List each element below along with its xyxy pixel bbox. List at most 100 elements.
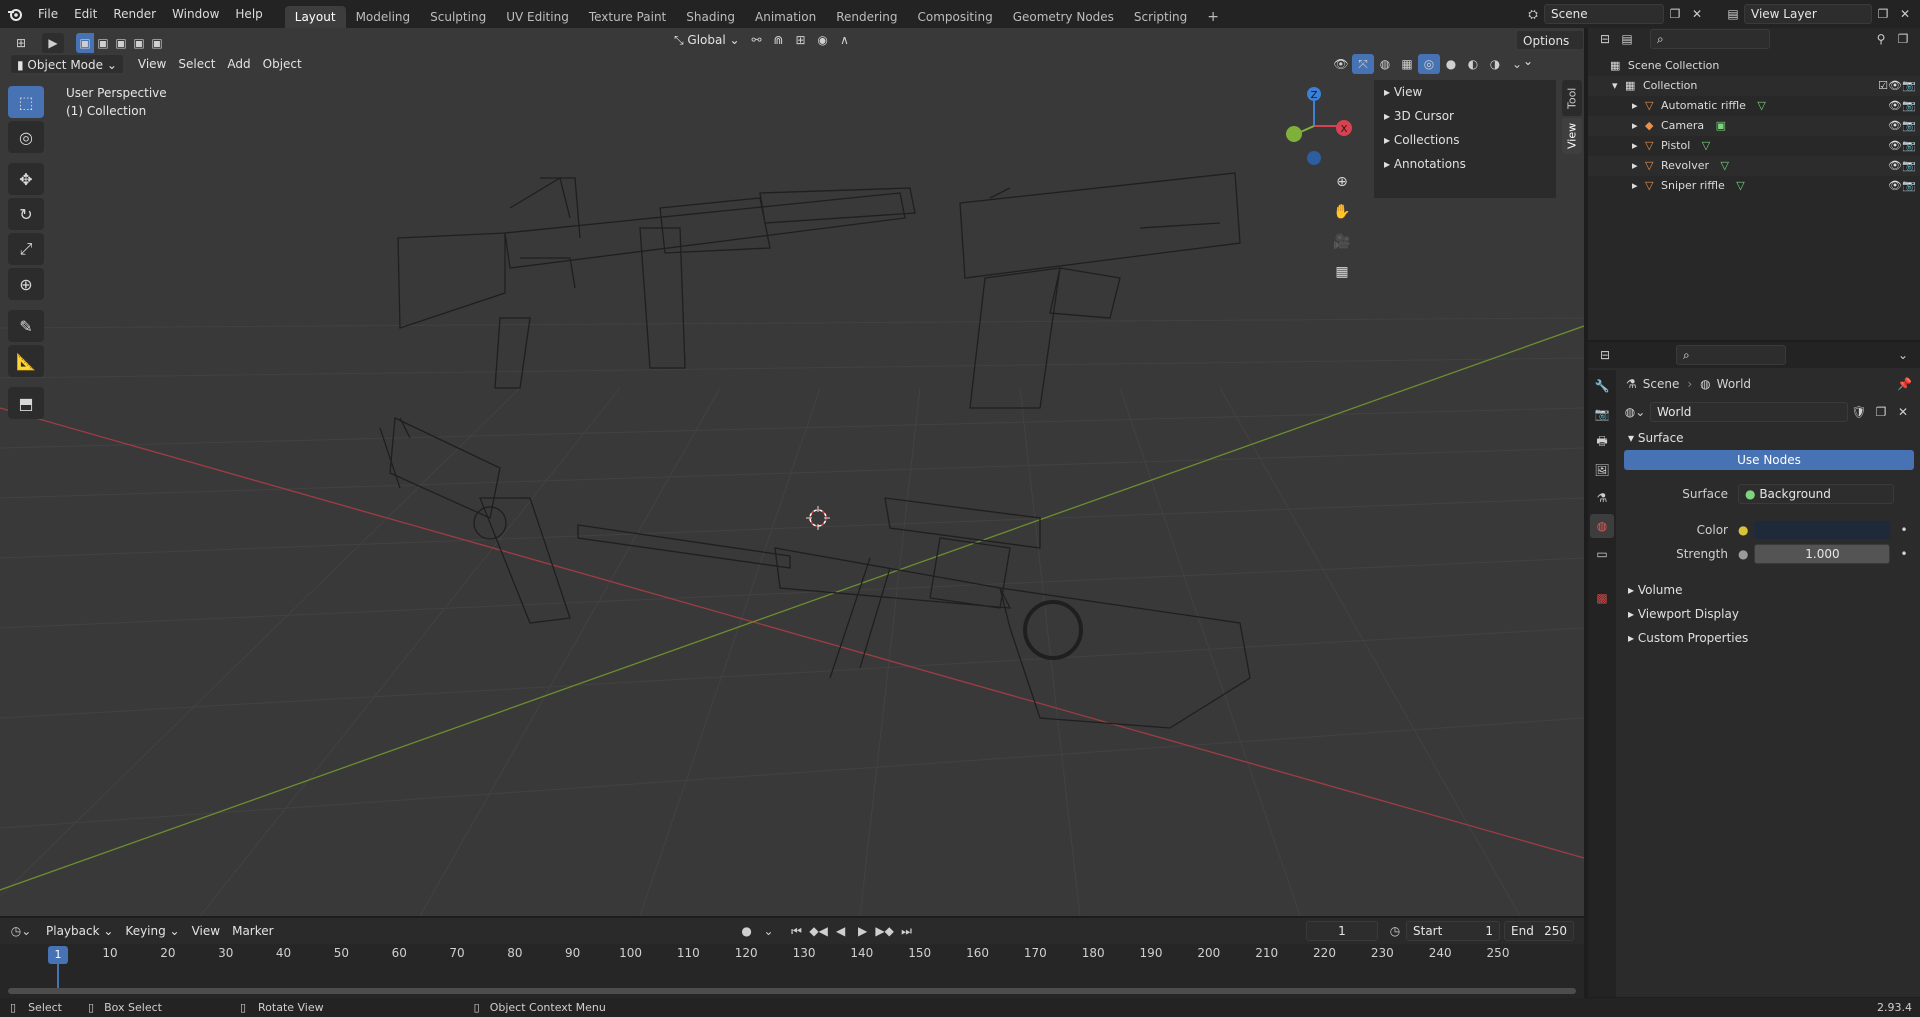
visibility-eye-icon[interactable]: 👁 [1888,136,1902,156]
material-shading-icon[interactable]: ◐ [1462,54,1484,74]
new-scene-icon[interactable]: ❐ [1664,4,1686,24]
render-camera-icon[interactable]: 📷 [1902,76,1916,96]
output-tab-icon[interactable]: 🖶 [1590,430,1614,454]
pan-hand-icon[interactable]: ✋ [1330,200,1354,224]
menu-select[interactable]: Select [172,54,221,74]
npanel-annotations[interactable]: ▸ Annotations [1374,152,1556,176]
tool-tab-icon[interactable]: 🔧 [1590,374,1614,398]
set-selection-icon[interactable]: ▣ [76,33,94,53]
world-name-field[interactable]: World [1650,402,1848,422]
intersect-selection-icon[interactable]: ▣ [148,33,166,53]
visibility-eye-icon[interactable]: 👁 [1888,156,1902,176]
falloff-icon[interactable]: ∧ [834,30,856,50]
npanel-view[interactable]: ▸ View [1374,80,1556,104]
render-camera-icon[interactable]: 📷 [1902,116,1916,136]
scale-tool-icon[interactable]: ⤢ [8,233,44,265]
outliner-row-automatic-riffle[interactable]: ▸ ▽ Automatic riffle ▽ 👁 📷 [1588,96,1920,116]
duplicate-world-icon[interactable]: ❐ [1870,402,1892,422]
close-scene-icon[interactable]: ✕ [1686,4,1708,24]
editor-type-icon[interactable]: ⊞ [10,33,32,53]
world-tab-icon[interactable]: ◍ [1590,514,1614,538]
tab-geometry-nodes[interactable]: Geometry Nodes [1003,6,1124,28]
render-camera-icon[interactable]: 📷 [1902,156,1916,176]
tab-shading[interactable]: Shading [676,6,745,28]
outliner-editor-icon[interactable]: ⊟ [1594,29,1616,49]
snap-increment-icon[interactable]: ⊞ [790,30,812,50]
camera-view-icon[interactable]: 🎥 [1330,230,1354,254]
cursor-tool-icon[interactable]: ◎ [8,121,44,153]
rotate-tool-icon[interactable]: ↻ [8,198,44,230]
properties-search-input[interactable]: ⌕ [1676,345,1786,365]
outliner-row-sniper-riffle[interactable]: ▸ ▽ Sniper riffle ▽ 👁 📷 [1588,176,1920,196]
add-cube-tool-icon[interactable]: ⬒ [8,387,44,419]
solid-shading-icon[interactable]: ● [1440,54,1462,74]
pin-icon[interactable]: 📌 [1897,377,1912,391]
strength-slider[interactable]: 1.000 [1754,544,1891,564]
outliner-search-input[interactable]: ⌕ [1650,29,1770,49]
invert-selection-icon[interactable]: ▣ [130,33,148,53]
snap-icon[interactable]: ⋒ [768,30,790,50]
volume-panel-header[interactable]: ▸ Volume [1618,578,1920,602]
outliner-row-pistol[interactable]: ▸ ▽ Pistol ▽ 👁 📷 [1588,136,1920,156]
surface-panel-header[interactable]: ▾ Surface [1618,426,1920,450]
collection-checkbox-icon[interactable]: ☑ [1878,76,1888,96]
viewport-display-panel-header[interactable]: ▸ Viewport Display [1618,602,1920,626]
expand-arrow-icon[interactable]: ▸ [1632,99,1638,112]
zoom-icon[interactable]: ⊕ [1330,170,1354,194]
add-workspace-button[interactable]: + [1197,6,1229,28]
3d-cursor-icon[interactable] [806,506,830,530]
render-tab-icon[interactable]: 📷 [1590,402,1614,426]
filter-icon[interactable]: ⚲ [1870,29,1892,49]
scene-icon[interactable]: ⛭ [1522,4,1544,24]
view-layer-tab-icon[interactable]: 🖼 [1590,458,1614,482]
view-layer-icon[interactable]: ▤ [1722,4,1744,24]
shading-options-icon[interactable]: ⌄ [1506,54,1528,74]
outliner-row-collection[interactable]: ▾ ▦ Collection ☑ 👁 📷 [1588,76,1920,96]
tab-layout[interactable]: Layout [284,6,346,28]
gizmo-toggle-icon[interactable]: ⤧ [1352,54,1374,74]
tab-texture-paint[interactable]: Texture Paint [579,6,676,28]
outliner-row-revolver[interactable]: ▸ ▽ Revolver ▽ 👁 📷 [1588,156,1920,176]
start-frame-field[interactable]: Start 1 [1406,921,1500,941]
perspective-toggle-icon[interactable]: ▦ [1330,260,1354,284]
world-color-swatch[interactable] [1754,521,1891,539]
display-mode-icon[interactable]: ▤ [1616,29,1638,49]
timeline-scrollbar[interactable] [8,988,1576,994]
npanel-collections[interactable]: ▸ Collections [1374,128,1556,152]
xray-toggle-icon[interactable]: ▦ [1396,54,1418,74]
custom-properties-panel-header[interactable]: ▸ Custom Properties [1618,626,1920,650]
navigation-gizmo[interactable]: X Z [1278,86,1358,166]
keyframe-dot-icon[interactable]: • [1900,547,1907,561]
keying-menu[interactable]: Keying ⌄ [119,921,185,941]
collection-tab-icon[interactable]: ▭ [1590,542,1614,566]
scene-breadcrumb[interactable]: Scene [1643,377,1680,391]
play-icon[interactable]: ▶ [852,921,874,941]
tab-compositing[interactable]: Compositing [907,6,1002,28]
expand-arrow-icon[interactable]: ▸ [1632,179,1638,192]
mesh-data-icon[interactable]: ▽ [1736,179,1744,192]
properties-editor-icon[interactable]: ⊟ [1594,345,1616,365]
wireframe-shading-icon[interactable]: ◎ [1418,54,1440,74]
expand-arrow-icon[interactable]: ▸ [1632,139,1638,152]
world-browse-icon[interactable]: ◍⌄ [1624,402,1646,422]
expand-arrow-icon[interactable]: ▸ [1632,159,1638,172]
measure-tool-icon[interactable]: 📐 [8,345,44,377]
visibility-eye-icon[interactable]: 👁 [1888,76,1902,96]
visibility-eye-icon[interactable]: 👁 [1888,116,1902,136]
expand-arrow-icon[interactable]: ▾ [1612,79,1618,92]
tab-modeling[interactable]: Modeling [346,6,421,28]
pivot-icon[interactable]: ⚯ [746,30,768,50]
select-box-tool-icon[interactable]: ⬚ [8,86,44,118]
visibility-eye-icon[interactable]: 👁 [1888,176,1902,196]
surface-shader-field[interactable]: ● Background [1738,484,1894,504]
mesh-data-icon[interactable]: ▽ [1702,139,1710,152]
menu-help[interactable]: Help [227,0,270,28]
next-keyframe-icon[interactable]: ▶◆ [874,921,896,941]
orientation-dropdown[interactable]: ⤡ Global ⌄ [668,30,746,50]
overlay-toggle-icon[interactable]: ◍ [1374,54,1396,74]
tab-tool[interactable]: Tool [1562,80,1582,116]
tab-animation[interactable]: Animation [745,6,826,28]
scene-field[interactable]: Scene [1544,4,1664,24]
menu-add[interactable]: Add [221,54,256,74]
jump-end-icon[interactable]: ⏭ [896,921,918,941]
